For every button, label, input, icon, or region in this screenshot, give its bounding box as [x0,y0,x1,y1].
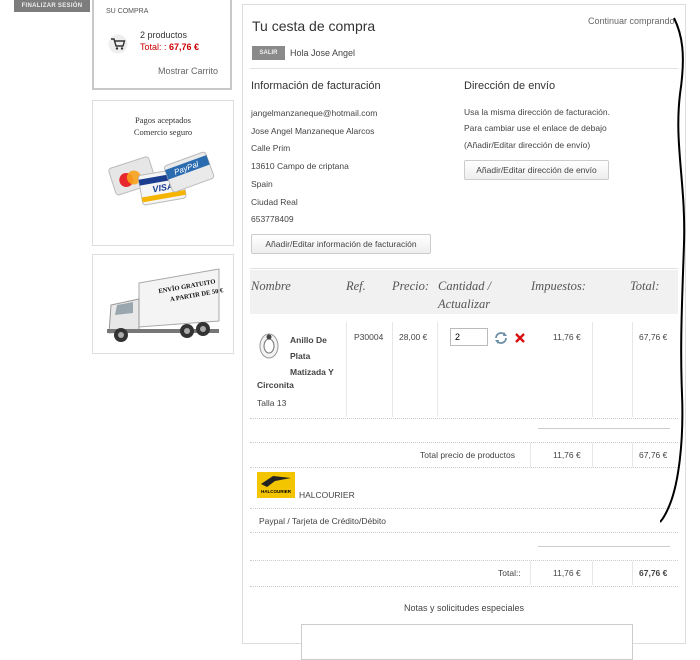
product-ref: P30004 [354,332,384,342]
cart-title: SU COMPRA [106,8,149,15]
billing-street: Calle Prim [251,143,291,153]
cart-total-prefix: Total: : [140,42,167,52]
show-cart-link[interactable]: Mostrar Carrito [158,66,218,76]
hand-drawn-bracket [660,17,686,523]
products-total-label: Total precio de productos [420,450,515,460]
billing-name: Jose Angel Manzaneque Alarcos [251,126,375,136]
carrier-name: HALCOURIER [299,490,355,500]
quantity-input[interactable] [450,328,488,346]
billing-province: Ciudad Real [251,197,298,207]
product-name-line3: Matizada Y [290,367,334,377]
col-name: Nombre [251,279,291,293]
carrier-bird-icon [261,476,291,487]
divider [250,442,678,443]
carrier-logo-text: HALCOURIER [261,489,291,494]
products-tax: 11,76 € [553,450,581,460]
divider [250,586,678,587]
refresh-icon[interactable] [494,331,508,345]
divider [250,508,678,509]
product-name-line2: Plata [290,351,311,361]
col-separator [592,443,593,467]
product-thumbnail[interactable] [258,332,280,360]
col-ref: Ref. [346,279,366,293]
billing-city: 13610 Campo de criptana [251,161,349,171]
col-separator [632,561,633,585]
col-separator [592,322,593,417]
col-separator [392,322,393,417]
grand-total: 67,76 € [639,568,668,578]
product-name[interactable]: Anillo De Plata Matizada Y [290,332,334,380]
product-tax: 11,76 € [553,332,581,342]
notes-textarea[interactable] [301,624,633,660]
payments-box: Pagos aceptados Comercio seguro VISA Pay… [92,100,234,246]
edit-billing-button[interactable]: Añadir/Editar información de facturación [251,234,431,254]
col-separator [632,322,633,417]
grand-tax: 11,76 € [553,568,581,578]
cart-panel [242,4,686,644]
page-title: Tu cesta de compra [252,18,376,34]
col-separator [632,443,633,467]
divider [250,560,678,561]
notes-title: Notas y solicitudes especiales [403,603,525,613]
salir-button[interactable]: SALIR [252,46,285,60]
divider [250,68,678,69]
shipping-line3: (Añadir/Editar dirección de envío) [464,140,591,150]
product-price: 28,00 € [399,332,428,342]
cart-total: Total: : 67,76 € [140,42,199,52]
edit-shipping-button[interactable]: Añadir/Editar dirección de envío [464,160,609,180]
col-separator [530,443,531,467]
product-variant: Talla 13 [257,398,287,408]
col-qty-line1: Cantidad / [438,279,492,293]
divider [250,268,678,269]
col-qty-line2: Actualizar [438,297,491,311]
payment-method: Paypal / Tarjeta de Crédito/Débito [259,516,386,526]
divider [538,546,670,547]
user-greeting: Hola Jose Angel [290,48,356,58]
product-name-line1: Anillo De [290,335,327,345]
divider [250,467,678,468]
product-name-line4: Circonita [257,380,294,390]
cart-summary: SU COMPRA 2 productos Total: : 67,76 € M… [92,0,232,90]
divider [250,418,678,419]
col-separator [437,322,438,417]
carrier-logo: HALCOURIER [257,472,295,498]
cart-icon [108,34,128,54]
cart-total-value: 67,76 € [169,42,200,52]
billing-title: Información de facturación [251,80,381,92]
col-tax: Impuestos: [531,279,586,293]
shipping-title: Dirección de envío [464,80,556,92]
ring-image [259,333,279,359]
free-shipping-promo: Envío gratuito a partir de 50 € [92,254,234,354]
credit-cards-image: VISA PayPal [108,151,215,206]
divider [538,428,670,429]
remove-icon[interactable] [515,333,525,343]
shipping-line2: Para cambiar use el enlace de debajo [464,123,607,133]
col-price: Precio: [392,279,430,293]
divider [250,532,678,533]
payments-accepted: Pagos aceptados [135,115,191,125]
col-separator [530,561,531,585]
billing-country: Spain [251,179,273,189]
billing-phone: 653778409 [251,214,294,224]
shipping-line1: Usa la misma dirección de facturación. [464,107,610,117]
billing-email: jangelmanzaneque@hotmail.com [251,108,378,118]
col-separator [592,561,593,585]
logout-button[interactable]: FINALIZAR SESIÓN [14,0,90,12]
col-separator [346,322,347,417]
secure-commerce: Comercio seguro [133,127,193,137]
grand-total-label: Total:: [498,568,521,578]
col-total: Total: [630,279,660,293]
cart-count: 2 productos [140,30,188,40]
